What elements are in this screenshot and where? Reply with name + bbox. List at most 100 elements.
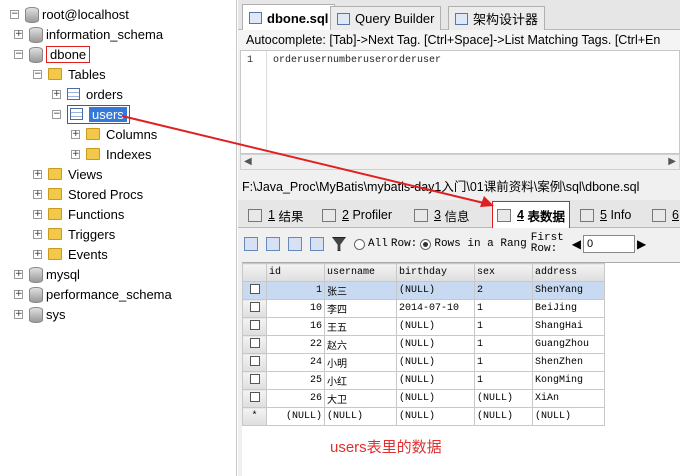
expand-icon[interactable]: + [14, 309, 23, 319]
expand-icon[interactable]: + [33, 249, 42, 259]
scroll-left-icon[interactable]: ◀ [244, 156, 252, 167]
expand-icon[interactable]: + [33, 189, 42, 199]
tree-node-columns[interactable]: + Columns [71, 124, 157, 144]
cell-sex[interactable]: 1 [474, 353, 533, 372]
tab-history[interactable]: 6 [648, 203, 680, 227]
column-header-username[interactable]: username [324, 263, 397, 282]
cell-birthday[interactable]: (NULL) [396, 281, 475, 300]
tree-node-performance-schema[interactable]: + performance_schema [14, 284, 172, 304]
collapse-icon[interactable]: − [14, 49, 23, 59]
cell-address[interactable]: ShenZhen [532, 353, 605, 372]
tree-node-root[interactable]: − root@localhost [10, 4, 129, 24]
collapse-icon[interactable]: − [52, 109, 61, 119]
column-header-birthday[interactable]: birthday [396, 263, 475, 282]
cell-username[interactable]: 李四 [324, 299, 397, 318]
new-row[interactable]: * (NULL) (NULL) (NULL) (NULL) (NULL) [242, 407, 605, 426]
expand-icon[interactable]: + [52, 89, 61, 99]
cell-birthday[interactable]: (NULL) [396, 371, 475, 390]
cell-sex[interactable]: 1 [474, 335, 533, 354]
cell-address[interactable]: KongMing [532, 371, 605, 390]
cell-birthday[interactable]: (NULL) [396, 353, 475, 372]
horizontal-scrollbar[interactable]: ◀ ▶ [240, 154, 680, 170]
cell-sex[interactable]: 2 [474, 281, 533, 300]
cell-address[interactable]: ShangHai [532, 317, 605, 336]
insert-row-icon[interactable] [244, 237, 258, 251]
row-select-checkbox[interactable] [242, 317, 267, 336]
tab-table-data[interactable]: 4 表数据 [492, 201, 570, 228]
cell-address[interactable]: XiAn [532, 389, 605, 408]
checkbox-icon[interactable] [249, 337, 260, 348]
table-row[interactable]: 25 小红 (NULL) 1 KongMing [242, 371, 605, 390]
new-cell-sex[interactable]: (NULL) [474, 407, 533, 426]
tab-profiler[interactable]: 2 Profiler [318, 203, 396, 227]
expand-icon[interactable]: + [14, 269, 23, 279]
tab-query-builder[interactable]: Query Builder [330, 6, 442, 30]
tab-schema-designer[interactable]: 架构设计器 [448, 6, 546, 30]
new-cell-address[interactable]: (NULL) [532, 407, 605, 426]
tree-node-users[interactable]: − users [52, 104, 130, 124]
checkbox-icon[interactable] [249, 391, 260, 402]
tree-node-functions[interactable]: + Functions [33, 204, 124, 224]
new-cell-username[interactable]: (NULL) [324, 407, 397, 426]
tree-node-stored-procs[interactable]: + Stored Procs [33, 184, 143, 204]
checkbox-icon[interactable] [249, 301, 260, 312]
expand-icon[interactable]: + [71, 149, 80, 159]
table-row[interactable]: 1 张三 (NULL) 2 ShenYang [242, 281, 605, 300]
table-row[interactable]: 10 李四 2014-07-10 1 BeiJing [242, 299, 605, 318]
tree-node-mysql[interactable]: + mysql [14, 264, 80, 284]
table-row[interactable]: 24 小明 (NULL) 1 ShenZhen [242, 353, 605, 372]
all-rows-radio[interactable] [354, 238, 365, 250]
tab-results[interactable]: 1 结果 [244, 203, 307, 227]
row-select-checkbox[interactable] [242, 335, 267, 354]
scroll-right-icon[interactable]: ▶ [668, 156, 676, 167]
collapse-icon[interactable]: − [33, 69, 42, 79]
previous-icon[interactable]: ◀ [572, 237, 581, 251]
tree-node-indexes[interactable]: + Indexes [71, 144, 152, 164]
tree-node-dbone[interactable]: − dbone [14, 44, 91, 64]
tree-node-views[interactable]: + Views [33, 164, 102, 184]
checkbox-icon[interactable] [249, 319, 260, 330]
table-row[interactable]: 22 赵六 (NULL) 1 GuangZhou [242, 335, 605, 354]
save-icon[interactable] [266, 237, 280, 251]
cell-address[interactable]: ShenYang [532, 281, 605, 300]
row-select-checkbox[interactable] [242, 281, 267, 300]
checkbox-icon[interactable] [249, 355, 260, 366]
cell-id[interactable]: 16 [266, 317, 325, 336]
cell-birthday[interactable]: (NULL) [396, 389, 475, 408]
cell-address[interactable]: BeiJing [532, 299, 605, 318]
expand-icon[interactable]: + [33, 169, 42, 179]
first-row-input[interactable]: 0 [583, 235, 636, 253]
cell-address[interactable]: GuangZhou [532, 335, 605, 354]
expand-icon[interactable]: + [71, 129, 80, 139]
tree-node-sys[interactable]: + sys [14, 304, 66, 324]
cell-username[interactable]: 张三 [324, 281, 397, 300]
table-row[interactable]: 16 王五 (NULL) 1 ShangHai [242, 317, 605, 336]
cell-id[interactable]: 22 [266, 335, 325, 354]
collapse-icon[interactable]: − [10, 9, 19, 19]
cell-id[interactable]: 26 [266, 389, 325, 408]
checkbox-icon[interactable] [249, 283, 260, 294]
row-select-checkbox[interactable] [242, 353, 267, 372]
table-row[interactable]: 26 大卫 (NULL) (NULL) XiAn [242, 389, 605, 408]
cancel-icon[interactable] [310, 237, 324, 251]
column-header-address[interactable]: address [532, 263, 605, 282]
cell-sex[interactable]: 1 [474, 317, 533, 336]
cell-sex[interactable]: 1 [474, 299, 533, 318]
cell-username[interactable]: 王五 [324, 317, 397, 336]
next-icon[interactable]: ▶ [637, 237, 646, 251]
cell-sex[interactable]: 1 [474, 371, 533, 390]
cell-id[interactable]: 10 [266, 299, 325, 318]
row-select-checkbox[interactable] [242, 371, 267, 390]
cell-username[interactable]: 大卫 [324, 389, 397, 408]
cell-username[interactable]: 赵六 [324, 335, 397, 354]
tree-node-tables[interactable]: − Tables [33, 64, 106, 84]
cell-username[interactable]: 小红 [324, 371, 397, 390]
row-select-checkbox[interactable] [242, 389, 267, 408]
tab-info[interactable]: 5 Info [576, 203, 635, 227]
tree-node-orders[interactable]: + orders [52, 84, 123, 104]
cell-username[interactable]: 小明 [324, 353, 397, 372]
filter-icon[interactable] [332, 237, 346, 251]
tree-node-events[interactable]: + Events [33, 244, 108, 264]
tree-node-triggers[interactable]: + Triggers [33, 224, 115, 244]
delete-row-icon[interactable] [288, 237, 302, 251]
